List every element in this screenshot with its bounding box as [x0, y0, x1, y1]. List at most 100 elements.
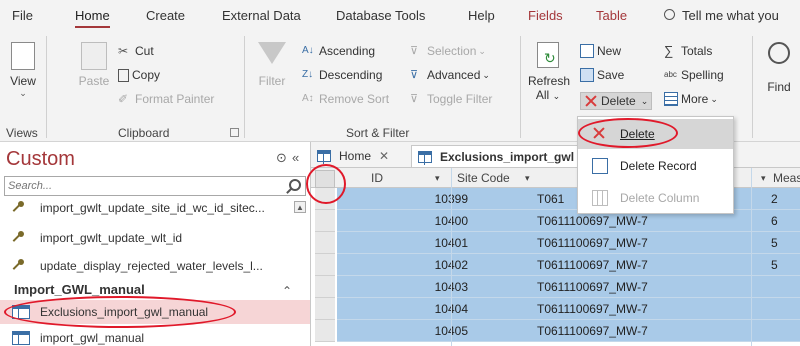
- find-button[interactable]: Find: [762, 42, 796, 94]
- totals-button[interactable]: ∑ Totals: [664, 44, 713, 59]
- nav-item-table[interactable]: import_gwl_manual: [0, 326, 310, 346]
- column-header-meas[interactable]: Meas: [773, 171, 800, 185]
- advanced-filter-icon: ⊽: [410, 69, 419, 81]
- nav-search-input[interactable]: [5, 177, 275, 195]
- record-selector[interactable]: [315, 232, 335, 254]
- tab-external-data[interactable]: External Data: [222, 8, 301, 23]
- cell-meas[interactable]: 2: [771, 192, 778, 206]
- record-selector[interactable]: [315, 276, 335, 298]
- menu-item-delete-record[interactable]: Delete Record: [578, 151, 733, 181]
- totals-label: Totals: [681, 44, 713, 58]
- table-row[interactable]: 10403 T0611100697_MW-7: [311, 276, 800, 298]
- advanced-label: Advanced: [427, 68, 481, 82]
- copy-button[interactable]: Copy: [118, 68, 160, 82]
- record-selector[interactable]: [315, 254, 335, 276]
- nav-item-query[interactable]: update_display_rejected_water_levels_l..…: [0, 254, 310, 278]
- column-header-id[interactable]: ID: [371, 171, 383, 185]
- doc-tab-active[interactable]: Exclusions_import_gwl: [411, 145, 582, 167]
- record-selector[interactable]: [315, 320, 335, 342]
- cell-site-code[interactable]: T0611100697_MW-7: [537, 302, 648, 316]
- record-selector[interactable]: [315, 188, 335, 210]
- collapse-pane-icon[interactable]: «: [292, 150, 299, 165]
- cut-label: Cut: [135, 44, 154, 58]
- cell-site-code[interactable]: T0611100697_MW-7: [537, 214, 648, 228]
- cell-meas[interactable]: 5: [771, 258, 778, 272]
- spelling-label: Spelling: [681, 68, 724, 82]
- nav-pane-title[interactable]: Custom: [6, 148, 75, 171]
- table-row[interactable]: 10402 T0611100697_MW-7 5: [311, 254, 800, 276]
- cell-site-code[interactable]: T0611100697_MW-7: [537, 324, 648, 338]
- tab-help[interactable]: Help: [468, 8, 495, 23]
- chevron-down-icon[interactable]: ▾: [435, 173, 440, 184]
- refresh-all-label: All: [535, 88, 550, 102]
- column-header-site-code[interactable]: Site Code: [457, 171, 510, 185]
- tab-table[interactable]: Table: [596, 8, 627, 23]
- doc-tab-home[interactable]: Home ✕: [317, 145, 389, 167]
- cell-site-code[interactable]: T0611100697_MW-7: [537, 258, 648, 272]
- chevron-down-icon: ⌄: [640, 95, 649, 106]
- delete-dropdown-button[interactable]: Delete ⌄: [580, 92, 653, 110]
- dialog-launcher-icon[interactable]: [230, 128, 239, 137]
- cut-button[interactable]: ✂ Cut: [118, 44, 154, 58]
- advanced-button[interactable]: ⊽ Advanced ⌄: [410, 68, 490, 82]
- sort-descending-button[interactable]: Z↓ Descending: [302, 68, 382, 82]
- cell-site-code[interactable]: T0611100697_MW-7: [537, 280, 648, 294]
- paste-button[interactable]: Paste: [76, 42, 112, 88]
- table-row[interactable]: 10405 T0611100697_MW-7: [311, 320, 800, 342]
- cell-meas[interactable]: 5: [771, 236, 778, 250]
- group-label-views: Views: [6, 126, 38, 140]
- lightbulb-icon: [664, 9, 675, 20]
- table-row[interactable]: 10401 T0611100697_MW-7 5: [311, 232, 800, 254]
- copy-icon: [118, 68, 129, 82]
- tab-fields[interactable]: Fields: [528, 8, 563, 23]
- cell-site-code[interactable]: T061: [537, 192, 564, 206]
- nav-item-label: import_gwl_manual: [40, 331, 145, 345]
- close-tab-icon[interactable]: ✕: [379, 149, 389, 163]
- select-all-button[interactable]: [315, 170, 335, 188]
- scroll-up-icon[interactable]: ▲: [294, 201, 306, 213]
- tab-database-tools[interactable]: Database Tools: [336, 8, 425, 23]
- menu-bar: File Home Create External Data Database …: [0, 0, 800, 30]
- update-query-icon: [12, 201, 30, 215]
- chevron-down-icon[interactable]: ▾: [761, 173, 766, 184]
- search-icon[interactable]: [289, 179, 301, 191]
- tell-me-box[interactable]: Tell me what you: [682, 8, 779, 23]
- menu-item-delete-record-label: Delete Record: [620, 159, 697, 173]
- menu-item-delete[interactable]: Delete: [578, 119, 733, 149]
- collapse-group-icon[interactable]: ⌃: [282, 284, 292, 298]
- format-painter-button[interactable]: ✐ Format Painter: [118, 92, 214, 106]
- tab-home[interactable]: Home: [75, 8, 110, 28]
- remove-sort-button[interactable]: A↕ Remove Sort: [302, 92, 389, 106]
- table-row[interactable]: 10404 T0611100697_MW-7: [311, 298, 800, 320]
- delete-x-icon: [584, 94, 598, 108]
- toggle-filter-button[interactable]: ⊽ Toggle Filter: [410, 92, 492, 106]
- menu-item-delete-label: Delete: [620, 127, 655, 141]
- nav-search-box[interactable]: [4, 176, 306, 196]
- nav-item-query[interactable]: import_gwlt_update_wlt_id: [0, 226, 310, 250]
- nav-group-header[interactable]: Import_GWL_manual: [14, 282, 145, 297]
- nav-item-query[interactable]: import_gwlt_update_site_id_wc_id_sitec..…: [0, 196, 290, 220]
- record-selector[interactable]: [315, 210, 335, 232]
- selection-button[interactable]: ⊽ Selection ⌄: [410, 44, 486, 58]
- update-query-icon: [12, 259, 30, 273]
- sort-ascending-button[interactable]: A↓ Ascending: [302, 44, 375, 58]
- save-record-button[interactable]: Save: [580, 68, 624, 82]
- cell-site-code[interactable]: T0611100697_MW-7: [537, 236, 648, 250]
- find-label: Find: [767, 80, 791, 94]
- tab-create[interactable]: Create: [146, 8, 185, 23]
- record-selector[interactable]: [315, 298, 335, 320]
- refresh-all-button[interactable]: ↻ Refresh All ⌄: [528, 42, 570, 102]
- more-button[interactable]: More ⌄: [664, 92, 718, 106]
- view-button[interactable]: View ⌄: [6, 42, 40, 99]
- nav-menu-icon[interactable]: ⊙: [276, 150, 287, 166]
- spelling-button[interactable]: abc Spelling: [664, 68, 724, 82]
- new-record-button[interactable]: New: [580, 44, 621, 58]
- chevron-down-icon[interactable]: ▾: [525, 173, 530, 184]
- delete-label: Delete: [601, 94, 636, 108]
- filter-button[interactable]: Filter: [252, 42, 292, 88]
- remove-sort-label: Remove Sort: [319, 92, 390, 106]
- nav-item-table-selected[interactable]: Exclusions_import_gwl_manual: [0, 300, 310, 324]
- cell-meas[interactable]: 6: [771, 214, 778, 228]
- tab-file[interactable]: File: [12, 8, 33, 23]
- menu-item-delete-column[interactable]: Delete Column: [578, 183, 733, 213]
